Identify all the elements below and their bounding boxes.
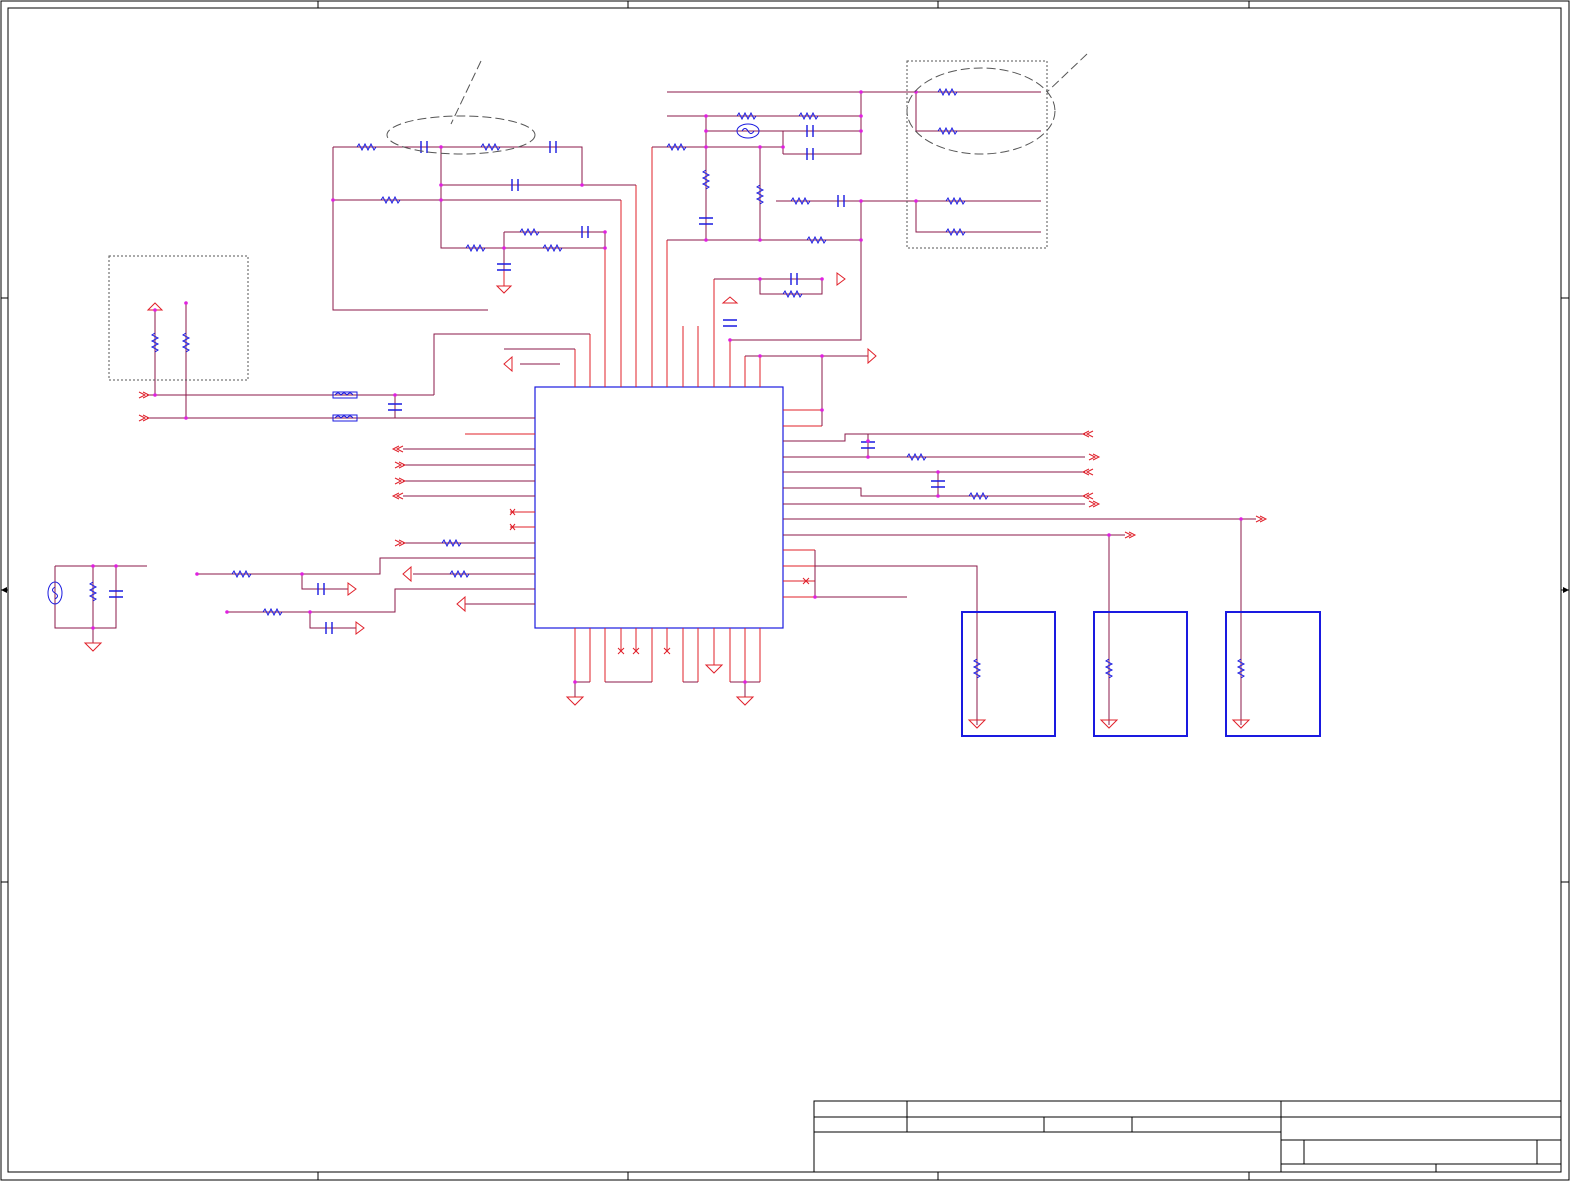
main-ic-body — [534, 386, 784, 629]
offpage-connector-icon — [138, 391, 1268, 547]
wires — [54, 91, 1256, 725]
title-block — [813, 1100, 1562, 1173]
sheet-border — [0, 0, 1570, 1181]
sub-blocks — [961, 611, 1321, 737]
schematic-sheet — [0, 0, 1570, 1181]
ic-bottom-pins — [574, 628, 761, 682]
border-arrows — [1, 587, 1569, 593]
no-connect-icon — [509, 508, 810, 655]
annotation-regions — [108, 53, 1088, 381]
ic-top-pins — [574, 147, 761, 387]
inductor-icon — [332, 391, 358, 422]
power-arrow-icon — [146, 272, 877, 635]
